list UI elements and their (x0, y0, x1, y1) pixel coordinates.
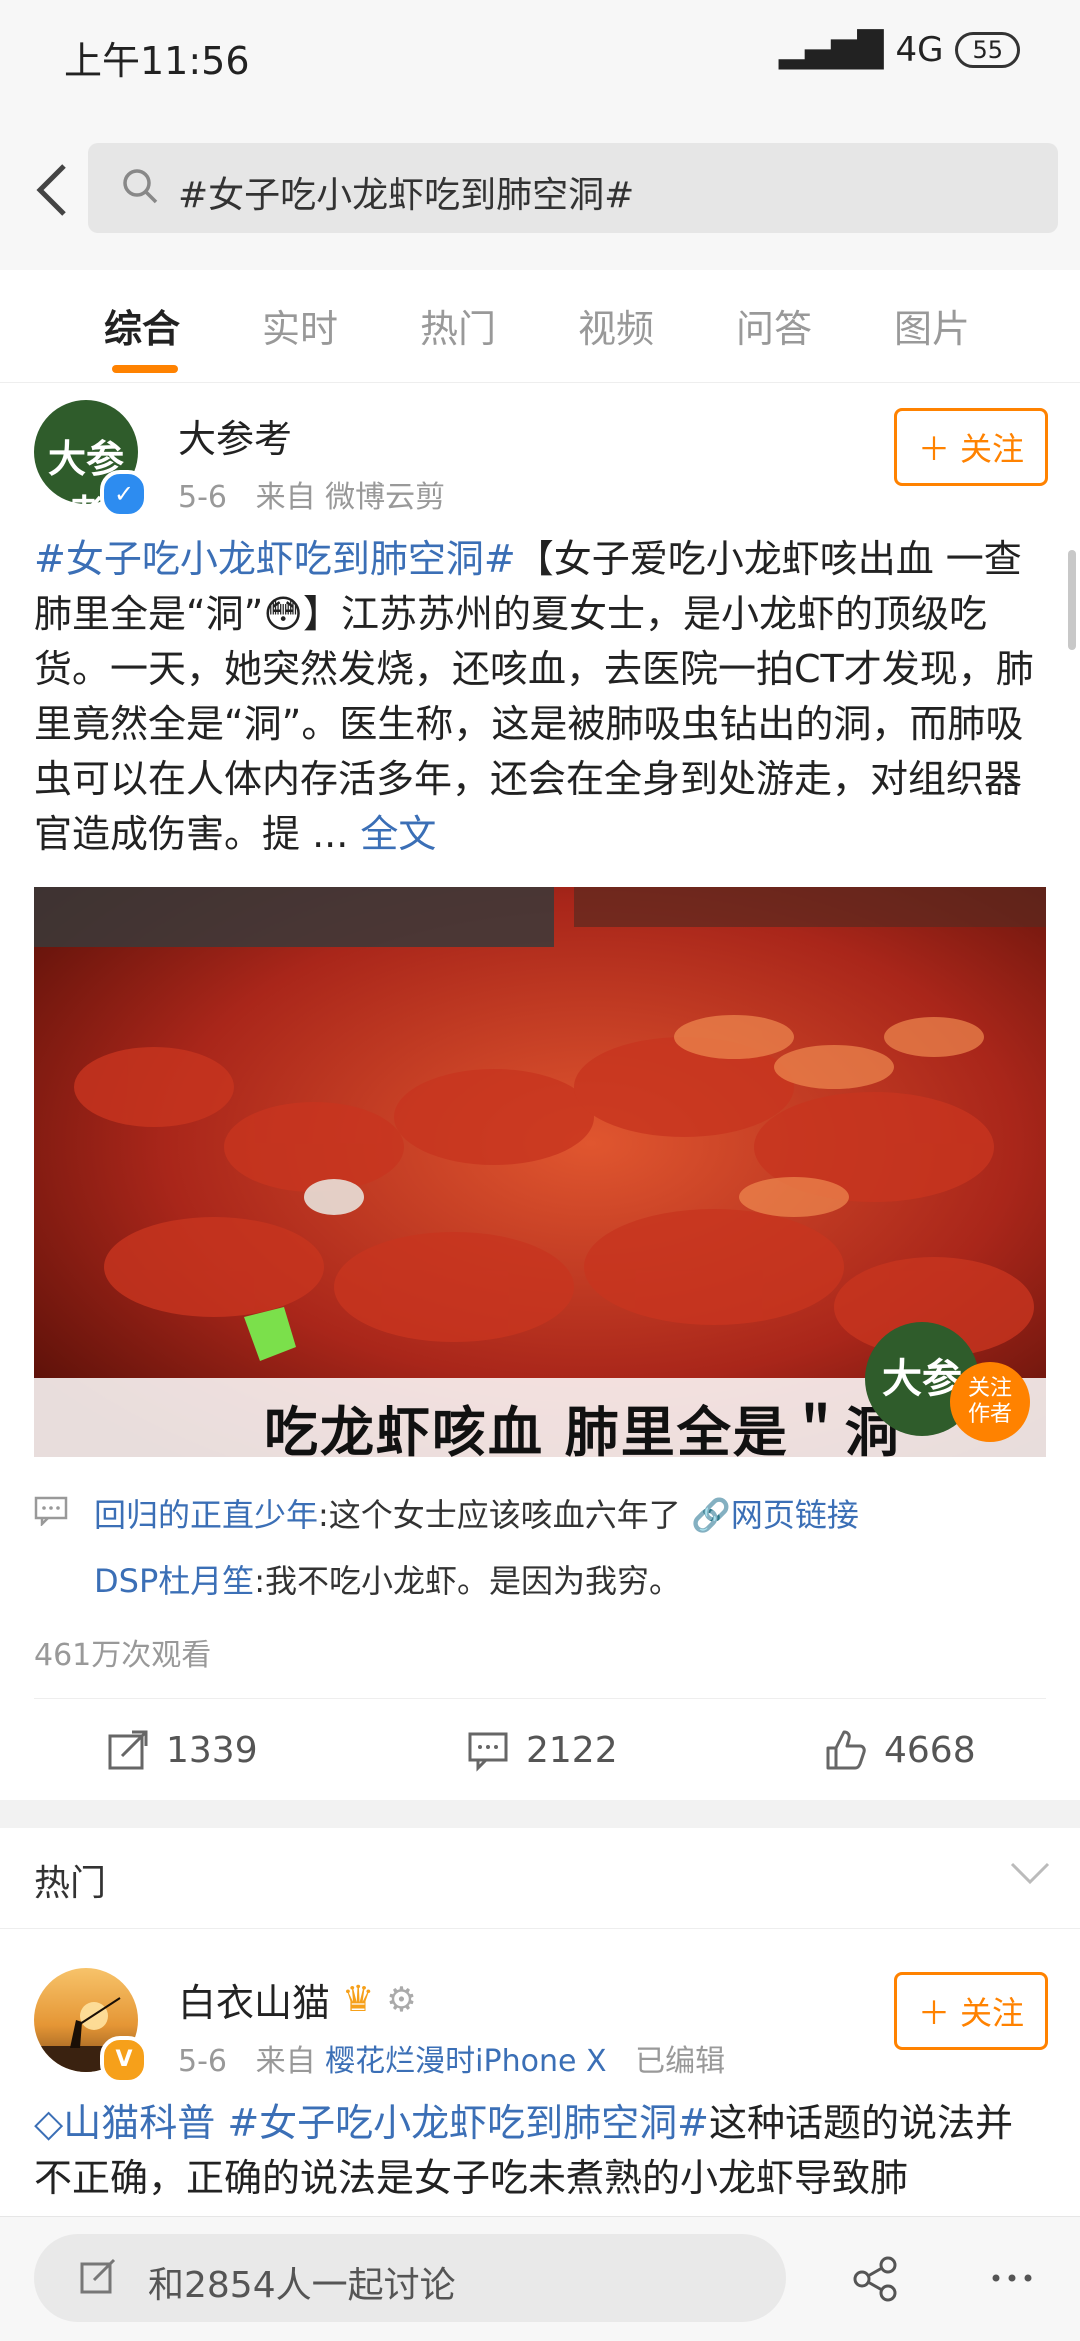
video-caption: 吃龙虾咳血 肺里全是＂洞 (264, 1401, 901, 1464)
discuss-placeholder: 和2854人一起讨论 (148, 2265, 456, 2306)
repost-count: 1339 (166, 1729, 258, 1771)
follow-label: 关注 (960, 430, 1025, 468)
signal-icon: ▂▄▆█ (778, 30, 884, 70)
comment-button[interactable]: 2122 (466, 1728, 618, 1772)
repost-icon (108, 1730, 148, 1770)
link-icon: 🔗 (690, 1496, 731, 1534)
follow-label: 关注 (960, 1994, 1025, 2032)
status-time: 上午11:56 (64, 39, 250, 83)
follow-badge-line1: 关注 (967, 1376, 1012, 1401)
share-icon[interactable] (850, 2254, 900, 2304)
tab-realtime[interactable]: 实时 (262, 298, 338, 353)
plus-icon: ＋ (917, 430, 950, 468)
post-source: 微博云剪 (325, 480, 446, 515)
comment-preview-icon (34, 1496, 68, 1526)
edited-label: 已编辑 (635, 2044, 726, 2079)
author-row: 白衣山猫 ♛ ⚙ (178, 1972, 417, 2027)
comment-item: 回归的正直少年:这个女士应该咳血六年了 🔗网页链接 (94, 1490, 859, 1536)
edit-icon (80, 2258, 116, 2294)
plus-icon: ＋ (917, 1994, 950, 2032)
more-icon[interactable] (990, 2268, 1034, 2288)
scrollbar[interactable] (1068, 550, 1076, 650)
comment-user[interactable]: 回归的正直少年 (94, 1496, 318, 1534)
verified-badge-icon: V (100, 2036, 148, 2084)
source-prefix: 来自 (255, 2044, 316, 2079)
post-body: ◇山猫科普 #女子吃小龙虾吃到肺空洞#这种话题的说法并不正确，正确的说法是女子吃… (34, 2096, 1044, 2206)
medal-icon: ⚙ (386, 1979, 417, 2020)
comment-text: :这个女士应该咳血六年了 (318, 1496, 681, 1534)
chevron-down-icon[interactable] (1008, 1858, 1052, 1888)
tab-qa[interactable]: 问答 (736, 298, 812, 353)
battery-level: 55 (955, 32, 1020, 68)
topic-icon: ◇ (34, 2101, 64, 2145)
web-link[interactable]: 网页链接 (731, 1496, 859, 1534)
post-meta: 5-6 来自 樱花烂漫时iPhone X 已编辑 (178, 2036, 725, 2080)
back-button[interactable] (20, 150, 90, 230)
search-icon (123, 169, 158, 204)
network-type: 4G (895, 30, 944, 70)
author-name[interactable]: 白衣山猫 (178, 1972, 330, 2027)
hot-section-header[interactable] (0, 1828, 1080, 1929)
tab-images[interactable]: 图片 (894, 298, 970, 353)
post-body: #女子吃小龙虾吃到肺空洞#【女子爱吃小龙虾咳出血 一查肺里全是“洞”😳】江苏苏州… (34, 532, 1044, 862)
active-tab-indicator (112, 365, 178, 373)
status-indicators: ▂▄▆█ 4G 55 (779, 30, 1020, 70)
hashtag-link[interactable]: #女子吃小龙虾吃到肺空洞# (34, 537, 516, 581)
post-date: 5-6 (178, 480, 227, 515)
follow-badge-line2: 作者 (967, 1402, 1012, 1427)
thumbs-up-icon (826, 1730, 866, 1770)
comment-icon (468, 1732, 508, 1772)
tab-hot[interactable]: 热门 (420, 298, 496, 353)
topic-link[interactable]: 山猫科普 (63, 2101, 215, 2145)
tab-video[interactable]: 视频 (578, 298, 654, 353)
like-button[interactable]: 4668 (824, 1728, 976, 1772)
author-name[interactable]: 大参考 (178, 408, 292, 463)
follow-button[interactable]: ＋ 关注 (894, 1972, 1048, 2050)
source-prefix: 来自 (255, 480, 316, 515)
post-date: 5-6 (178, 2044, 227, 2079)
crown-icon: ♛ (342, 1979, 375, 2020)
search-query: #女子吃小龙虾吃到肺空洞# (178, 175, 635, 216)
comment-text: :我不吃小龙虾。是因为我穷。 (254, 1562, 682, 1600)
view-count: 461万次观看 (34, 1638, 212, 1673)
hot-section-title: 热门 (34, 1863, 107, 1904)
divider (34, 1698, 1046, 1699)
section-gap (0, 1800, 1080, 1828)
full-text-link[interactable]: 全文 (360, 812, 436, 856)
post-meta: 5-6 来自 微博云剪 (178, 472, 445, 516)
like-count: 4668 (884, 1729, 976, 1771)
comment-count: 2122 (526, 1729, 618, 1771)
tab-comprehensive[interactable]: 综合 (104, 298, 180, 353)
comment-item: DSP杜月笙:我不吃小龙虾。是因为我穷。 (94, 1556, 681, 1602)
verified-badge-icon: ✓ (100, 470, 148, 518)
post-text: 【女子爱吃小龙虾咳出血 一查肺里全是“洞”😳】江苏苏州的夏女士，是小龙虾的顶级吃… (34, 537, 1034, 856)
back-arrow-icon (36, 164, 66, 216)
repost-button[interactable]: 1339 (106, 1728, 258, 1772)
hashtag-link[interactable]: #女子吃小龙虾吃到肺空洞# (227, 2101, 709, 2145)
follow-author-badge[interactable]: 关注 作者 (950, 1362, 1030, 1442)
comment-user[interactable]: DSP杜月笙 (94, 1562, 254, 1600)
follow-button[interactable]: ＋ 关注 (894, 408, 1048, 486)
post-source[interactable]: 樱花烂漫时iPhone X (325, 2044, 606, 2079)
